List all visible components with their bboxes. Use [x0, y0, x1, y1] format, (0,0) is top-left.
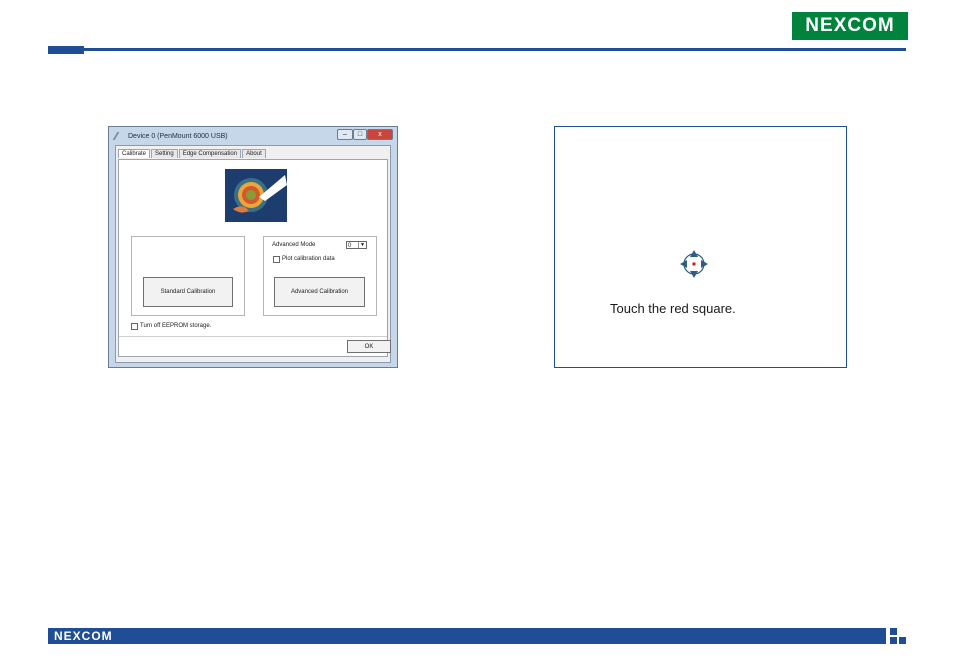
logo-text-start: NE [805, 15, 834, 36]
footer-logo: NEXCOM [54, 629, 113, 643]
eeprom-checkbox[interactable] [131, 323, 138, 330]
tab-calibrate[interactable]: Calibrate [118, 149, 151, 158]
calibrate-panel: Standard Calibration Advanced Mode 0 ▼ P… [118, 159, 391, 357]
logo-text-x: X [833, 15, 848, 36]
plot-calibration-label: Plot calibration data [282, 256, 335, 262]
advanced-group: Advanced Mode 0 ▼ Plot calibration data … [263, 236, 377, 316]
header-rule [48, 48, 906, 51]
standard-calibration-button[interactable]: Standard Calibration [143, 277, 233, 307]
advanced-mode-value: 0 [348, 243, 352, 249]
standard-group: Standard Calibration [131, 236, 245, 316]
tab-setting[interactable]: Setting [151, 149, 178, 158]
dialog-body: Calibrate Setting Edge Compensation Abou… [115, 145, 391, 363]
footer-bar [48, 628, 886, 644]
target-icon [225, 169, 287, 222]
tab-strip: Calibrate Setting Edge Compensation Abou… [118, 149, 267, 158]
nexcom-logo: NE X COM [792, 12, 908, 40]
close-button[interactable]: x [367, 129, 393, 140]
calibration-instruction: Touch the red square. [610, 301, 736, 316]
pen-icon [112, 132, 128, 140]
plot-calibration-checkbox[interactable] [273, 256, 280, 263]
penmount-dialog: Device 0 (PenMount 6000 USB) – □ x Calib… [108, 126, 398, 368]
tab-about[interactable]: About [242, 149, 266, 158]
crosshair-target-icon[interactable] [679, 249, 709, 279]
footer-square [890, 628, 897, 635]
dialog-title: Device 0 (PenMount 6000 USB) [128, 132, 228, 140]
ok-button[interactable]: OK [347, 340, 391, 353]
divider [119, 336, 387, 337]
advanced-mode-select[interactable]: 0 ▼ [346, 241, 367, 249]
footer-square [890, 637, 897, 644]
advanced-mode-label: Advanced Mode [272, 242, 316, 248]
advanced-calibration-button[interactable]: Advanced Calibration [274, 277, 365, 307]
eeprom-label: Turn off EEPROM storage. [140, 323, 212, 329]
dialog-title-bar: Device 0 (PenMount 6000 USB) [112, 130, 228, 142]
maximize-button[interactable]: □ [353, 129, 367, 140]
footer-square [899, 637, 906, 644]
minimize-button[interactable]: – [337, 129, 353, 140]
logo-text-end: COM [847, 15, 895, 36]
chevron-down-icon: ▼ [358, 242, 366, 248]
tab-edge-compensation[interactable]: Edge Compensation [178, 149, 242, 158]
calibration-screen: Touch the red square. [554, 126, 847, 368]
